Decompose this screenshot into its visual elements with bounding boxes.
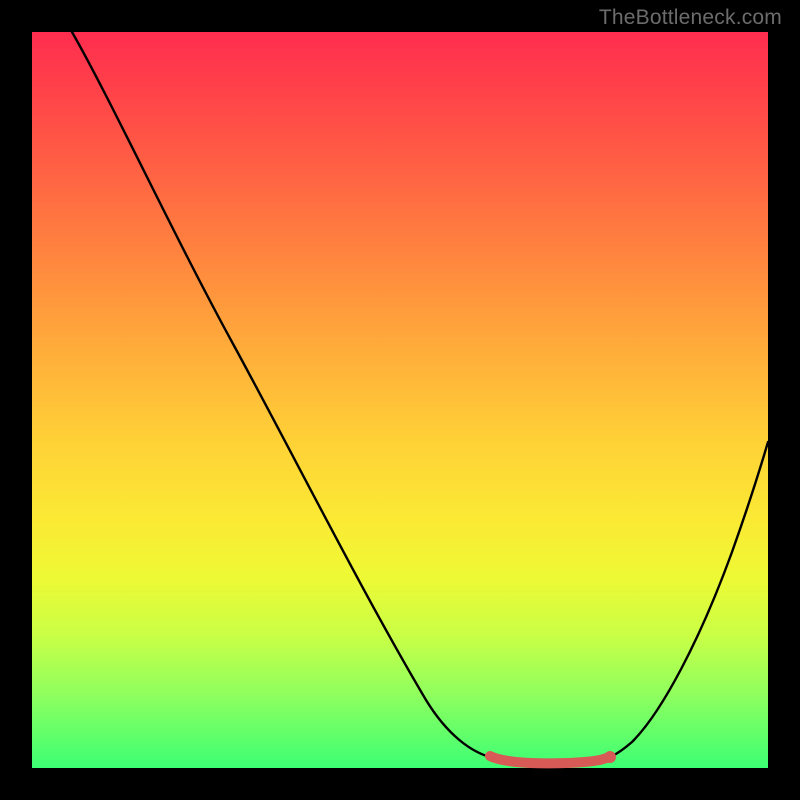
valley-highlight: [490, 756, 610, 763]
watermark-label: TheBottleneck.com: [599, 6, 782, 30]
curve-svg: [32, 32, 768, 768]
bottleneck-curve: [72, 32, 768, 763]
plot-area: [32, 32, 768, 768]
chart-stage: TheBottleneck.com: [0, 0, 800, 800]
right-knee-dot: [604, 751, 616, 763]
